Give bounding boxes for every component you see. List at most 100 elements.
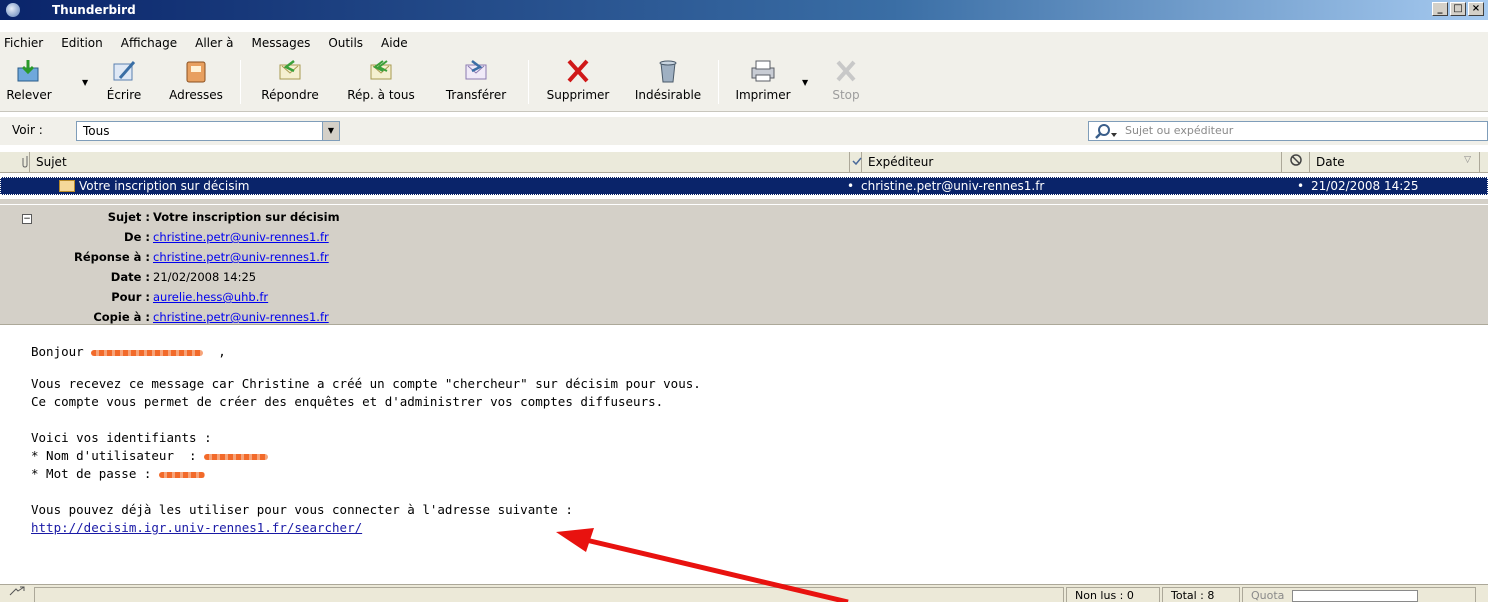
header-from-link[interactable]: christine.petr@univ-rennes1.fr [153, 230, 329, 244]
sort-descending-icon: ▽ [1464, 155, 1471, 165]
view-select-value: Tous [83, 124, 110, 138]
window-controls: _ □ × [1432, 2, 1484, 16]
menu-bar: Fichier Edition Affichage Aller à Messag… [0, 32, 1488, 54]
redacted-username [204, 453, 269, 460]
menu-fichier[interactable]: Fichier [4, 36, 43, 50]
table-row[interactable]: Votre inscription sur décisim • christin… [0, 177, 1488, 195]
header-to-link[interactable]: aurelie.hess@uhb.fr [153, 290, 268, 304]
reply-icon [276, 58, 304, 84]
junk-icon [654, 58, 682, 84]
total-count: Total : 8 [1162, 587, 1240, 602]
thunderbird-icon [6, 3, 20, 17]
row-status-dot: • [1297, 179, 1305, 193]
status-bar: Non lus : 0 Total : 8 Quota [0, 584, 1488, 602]
body-line-2: Ce compte vous permet de créer des enquê… [31, 394, 664, 409]
menu-aide[interactable]: Aide [381, 36, 408, 50]
redacted-name [91, 349, 204, 356]
printer-icon [749, 58, 777, 84]
body-url-link[interactable]: http://decisim.igr.univ-rennes1.fr/searc… [31, 520, 362, 535]
header-cc-label: Copie à : [93, 310, 150, 324]
redacted-password [158, 471, 205, 478]
header-to-row: Pour : aurelie.hess@uhb.fr [0, 290, 700, 308]
header-cc-link[interactable]: christine.petr@univ-rennes1.fr [153, 310, 329, 324]
body-line-1: Vous recevez ce message car Christine a … [31, 376, 701, 391]
stop-icon [832, 58, 860, 84]
toolbar-separator [528, 60, 529, 104]
message-body: Bonjour , Vous recevez ce message car Ch… [0, 326, 1488, 584]
chevron-down-icon[interactable]: ▼ [322, 122, 339, 140]
forward-button[interactable]: Transférer [436, 54, 516, 110]
header-reply-to-row: Réponse à : christine.petr@univ-rennes1.… [0, 250, 700, 268]
envelope-icon [59, 180, 75, 192]
row-sender: christine.petr@univ-rennes1.fr [861, 179, 1045, 193]
body-username-line: * Nom d'utilisateur : [31, 448, 269, 463]
toolbar-separator [240, 60, 241, 104]
address-book-button[interactable]: Adresses [160, 54, 232, 110]
body-password-line: * Mot de passe : [31, 466, 205, 481]
minimize-button[interactable]: _ [1432, 2, 1448, 16]
header-date-label: Date : [110, 270, 150, 284]
header-from-row: De : christine.petr@univ-rennes1.fr [0, 230, 700, 248]
print-dropdown-icon[interactable]: ▼ [802, 78, 808, 87]
maximize-button[interactable]: □ [1450, 2, 1466, 16]
pane-splitter[interactable] [0, 199, 1488, 204]
header-reply-to-link[interactable]: christine.petr@univ-rennes1.fr [153, 250, 329, 264]
write-icon [110, 58, 138, 84]
get-mail-button[interactable]: Relever [0, 54, 58, 110]
delete-icon [564, 58, 592, 84]
toolbar-separator [718, 60, 719, 104]
column-date-label: Date [1316, 155, 1345, 169]
title-bar: Thunderbird _ □ × [0, 0, 1488, 20]
search-placeholder: Sujet ou expéditeur [1125, 124, 1234, 137]
stop-button[interactable]: Stop [826, 54, 866, 110]
junk-status-column-icon[interactable] [1282, 152, 1310, 173]
header-date-row: Date : 21/02/2008 14:25 [0, 270, 700, 288]
reply-all-icon [367, 58, 395, 84]
attachment-column-icon[interactable] [22, 152, 30, 173]
write-button[interactable]: Écrire [96, 54, 152, 110]
row-thread-dot: • [847, 179, 855, 193]
search-input[interactable]: Sujet ou expéditeur [1088, 121, 1488, 141]
header-to-label: Pour : [111, 290, 150, 304]
row-date: 21/02/2008 14:25 [1311, 179, 1419, 193]
reply-all-button[interactable]: Rép. à tous [336, 54, 426, 110]
quota-indicator: Quota [1242, 587, 1476, 602]
header-subject-value: Votre inscription sur décisim [153, 210, 340, 224]
forward-icon [462, 58, 490, 84]
close-button[interactable]: × [1468, 2, 1484, 16]
main-toolbar: Relever ▼ Écrire Adresses Répondre Rép. … [0, 54, 1488, 112]
thread-column-icon[interactable] [850, 152, 862, 173]
filter-bar: Voir : Tous ▼ Sujet ou expéditeur [0, 117, 1488, 145]
quota-bar [1291, 590, 1418, 602]
header-date-value: 21/02/2008 14:25 [153, 270, 257, 284]
header-subject-row: Sujet : Votre inscription sur décisim [0, 210, 700, 228]
unread-count: Non lus : 0 [1066, 587, 1160, 602]
menu-outils[interactable]: Outils [328, 36, 363, 50]
menu-aller-a[interactable]: Aller à [195, 36, 233, 50]
print-button[interactable]: Imprimer [728, 54, 798, 110]
menu-edition[interactable]: Edition [61, 36, 103, 50]
body-credentials-intro: Voici vos identifiants : [31, 430, 212, 445]
menu-affichage[interactable]: Affichage [121, 36, 177, 50]
column-sender[interactable]: Expéditeur [862, 152, 1282, 173]
get-mail-icon [15, 58, 43, 84]
reply-button[interactable]: Répondre [254, 54, 326, 110]
search-icon[interactable] [1095, 123, 1117, 139]
address-book-icon [182, 58, 210, 84]
online-status-icon[interactable] [8, 586, 26, 602]
delete-button[interactable]: Supprimer [538, 54, 618, 110]
column-date[interactable]: Date ▽ [1310, 152, 1480, 173]
status-text-area [34, 587, 1064, 602]
quota-label: Quota [1251, 589, 1285, 602]
row-subject: Votre inscription sur décisim [79, 179, 250, 193]
view-select[interactable]: Tous ▼ [76, 121, 340, 141]
get-mail-dropdown-icon[interactable]: ▼ [82, 78, 88, 87]
body-connect-text: Vous pouvez déjà les utiliser pour vous … [31, 502, 573, 517]
message-header: − Sujet : Votre inscription sur décisim … [0, 205, 1488, 325]
junk-button[interactable]: Indésirable [626, 54, 710, 110]
menu-messages[interactable]: Messages [252, 36, 311, 50]
header-from-label: De : [124, 230, 150, 244]
header-subject-label: Sujet : [107, 210, 150, 224]
window-title: Thunderbird [52, 3, 136, 17]
column-subject[interactable]: Sujet [30, 152, 850, 173]
